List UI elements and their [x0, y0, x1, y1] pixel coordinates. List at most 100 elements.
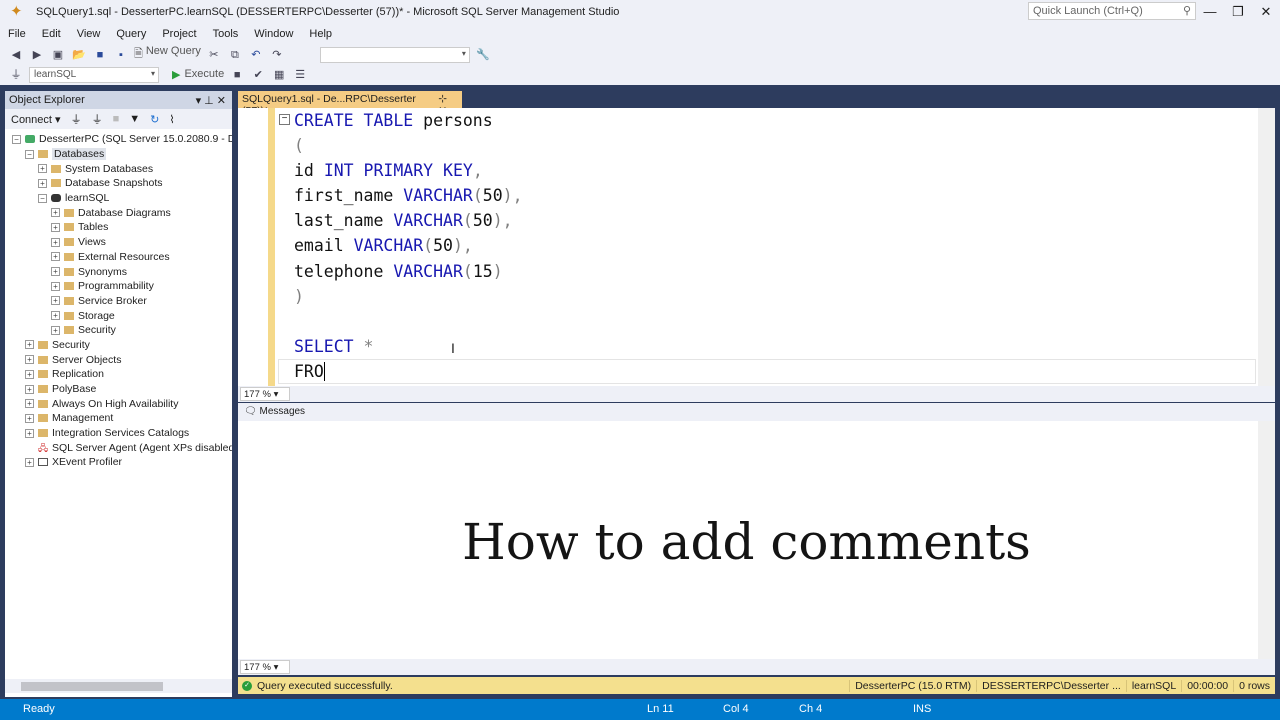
expand-icon[interactable]: +: [25, 428, 34, 438]
minimize-button[interactable]: —: [1196, 2, 1224, 22]
code-token: VARCHAR: [393, 211, 463, 231]
tree-node[interactable]: + External Resources: [5, 250, 232, 265]
tree-node[interactable]: 🖧 SQL Server Agent (Agent XPs disabled): [5, 440, 232, 455]
expand-icon[interactable]: +: [51, 222, 60, 232]
tree-node[interactable]: + Database Snapshots: [5, 176, 232, 191]
copy-icon[interactable]: ⧉: [227, 47, 243, 63]
expand-icon[interactable]: +: [38, 178, 47, 188]
expand-icon[interactable]: +: [51, 281, 60, 291]
quick-launch-input[interactable]: Quick Launch (Ctrl+Q) ⚲: [1028, 2, 1196, 20]
back-icon[interactable]: ◀: [8, 47, 24, 63]
expand-icon[interactable]: +: [51, 208, 60, 218]
horizontal-scrollbar[interactable]: [5, 679, 232, 693]
results-zoom-dropdown[interactable]: 177 % ▾: [240, 660, 290, 674]
tree-node[interactable]: + Management: [5, 411, 232, 426]
cut-icon[interactable]: ✂: [206, 47, 222, 63]
execute-button[interactable]: ▶ Execute: [172, 68, 224, 81]
expand-icon[interactable]: +: [25, 413, 34, 423]
tree-node[interactable]: + Security: [5, 338, 232, 353]
menu-file[interactable]: File: [8, 28, 26, 40]
connect-icon[interactable]: ⏚: [8, 67, 24, 83]
collapse-icon[interactable]: −: [279, 114, 290, 125]
sql-editor[interactable]: − CREATE TABLE persons(id INT PRIMARY KE…: [238, 108, 1275, 386]
stop-icon[interactable]: ■: [113, 113, 120, 125]
disconnect-icon[interactable]: ⏚: [92, 111, 103, 127]
tree-node[interactable]: + Synonyms: [5, 264, 232, 279]
code-area[interactable]: CREATE TABLE persons(id INT PRIMARY KEY,…: [294, 108, 523, 384]
menu-edit[interactable]: Edit: [42, 28, 61, 40]
close-button[interactable]: ✕: [1252, 2, 1280, 22]
tree-node[interactable]: + PolyBase: [5, 382, 232, 397]
expand-icon[interactable]: +: [38, 164, 47, 174]
comment-icon[interactable]: ☰: [292, 67, 308, 83]
tree-node[interactable]: + Storage: [5, 308, 232, 323]
collapse-icon[interactable]: −: [12, 134, 21, 144]
folder-icon: [64, 223, 74, 232]
new-project-icon[interactable]: ▣: [50, 47, 66, 63]
expand-icon[interactable]: +: [25, 457, 34, 467]
expand-icon[interactable]: +: [51, 252, 60, 262]
tab-messages[interactable]: 🗨 Messages: [238, 403, 1275, 421]
menu-query[interactable]: Query: [116, 28, 146, 40]
menu-view[interactable]: View: [77, 28, 101, 40]
save-icon[interactable]: ■: [92, 47, 108, 63]
menu-tools[interactable]: Tools: [213, 28, 239, 40]
tree-node[interactable]: + XEvent Profiler: [5, 455, 232, 470]
results-scrollbar[interactable]: [1258, 421, 1275, 659]
expand-icon[interactable]: +: [25, 355, 34, 365]
tree-node-label: External Resources: [78, 250, 170, 263]
menu-window[interactable]: Window: [254, 28, 293, 40]
panel-controls[interactable]: ▾ ⊥ ✕: [196, 94, 226, 107]
tree-node[interactable]: + Service Broker: [5, 294, 232, 309]
tree-node[interactable]: − Databases: [5, 147, 232, 162]
stop-icon[interactable]: ■: [229, 67, 245, 83]
tree-node[interactable]: + Database Diagrams: [5, 205, 232, 220]
expand-icon[interactable]: +: [51, 325, 60, 335]
results-grid-icon[interactable]: ▦: [271, 67, 287, 83]
tree-node[interactable]: + Always On High Availability: [5, 396, 232, 411]
activity-icon[interactable]: ⌇: [169, 113, 174, 126]
collapse-icon[interactable]: −: [38, 193, 47, 203]
maximize-button[interactable]: ❐: [1224, 2, 1252, 22]
tree-node[interactable]: + Integration Services Catalogs: [5, 426, 232, 441]
expand-icon[interactable]: +: [25, 369, 34, 379]
tree-node[interactable]: − DesserterPC (SQL Server 15.0.2080.9 - D…: [5, 132, 232, 147]
expand-icon[interactable]: +: [51, 267, 60, 277]
tab-pin-close-icon[interactable]: ⊹ ✕: [438, 93, 458, 117]
menu-project[interactable]: Project: [162, 28, 196, 40]
solution-config-dropdown[interactable]: ▾: [319, 46, 470, 63]
expand-icon[interactable]: +: [51, 237, 60, 247]
parse-icon[interactable]: ✔: [250, 67, 266, 83]
expand-icon[interactable]: +: [51, 311, 60, 321]
tree-node[interactable]: + Views: [5, 235, 232, 250]
expand-icon[interactable]: +: [25, 384, 34, 394]
expand-icon[interactable]: +: [25, 399, 34, 409]
new-query-button[interactable]: 🗎 New Query: [134, 45, 201, 64]
tree-node[interactable]: + Replication: [5, 367, 232, 382]
vertical-scrollbar[interactable]: [1258, 108, 1275, 386]
filter-icon[interactable]: ▼: [129, 113, 140, 125]
expand-icon[interactable]: +: [25, 340, 34, 350]
editor-zoom-dropdown[interactable]: 177 % ▾: [240, 387, 290, 401]
menu-help[interactable]: Help: [309, 28, 332, 40]
properties-icon[interactable]: 🔧: [475, 47, 491, 63]
tab-sqlquery1[interactable]: SQLQuery1.sql - De...RPC\Desserter (57))…: [238, 91, 462, 117]
refresh-icon[interactable]: ↻: [150, 113, 159, 126]
database-dropdown[interactable]: learnSQL ▾: [29, 66, 159, 83]
tree-node[interactable]: − learnSQL: [5, 191, 232, 206]
tree-node[interactable]: + Security: [5, 323, 232, 338]
undo-icon[interactable]: ↶: [248, 47, 264, 63]
collapse-icon[interactable]: −: [25, 149, 34, 159]
expand-icon[interactable]: +: [51, 296, 60, 306]
tree-node[interactable]: + Programmability: [5, 279, 232, 294]
plug-icon[interactable]: ⏚: [71, 111, 82, 127]
tree-node[interactable]: + System Databases: [5, 161, 232, 176]
save-all-icon[interactable]: ▪: [113, 47, 129, 63]
open-file-icon[interactable]: 📂: [71, 47, 87, 63]
connect-button[interactable]: Connect ▾: [11, 113, 61, 126]
redo-icon[interactable]: ↷: [269, 47, 285, 63]
connect-label: Connect: [11, 113, 52, 126]
tree-node[interactable]: + Tables: [5, 220, 232, 235]
tree-node[interactable]: + Server Objects: [5, 352, 232, 367]
forward-icon[interactable]: ▶: [29, 47, 45, 63]
